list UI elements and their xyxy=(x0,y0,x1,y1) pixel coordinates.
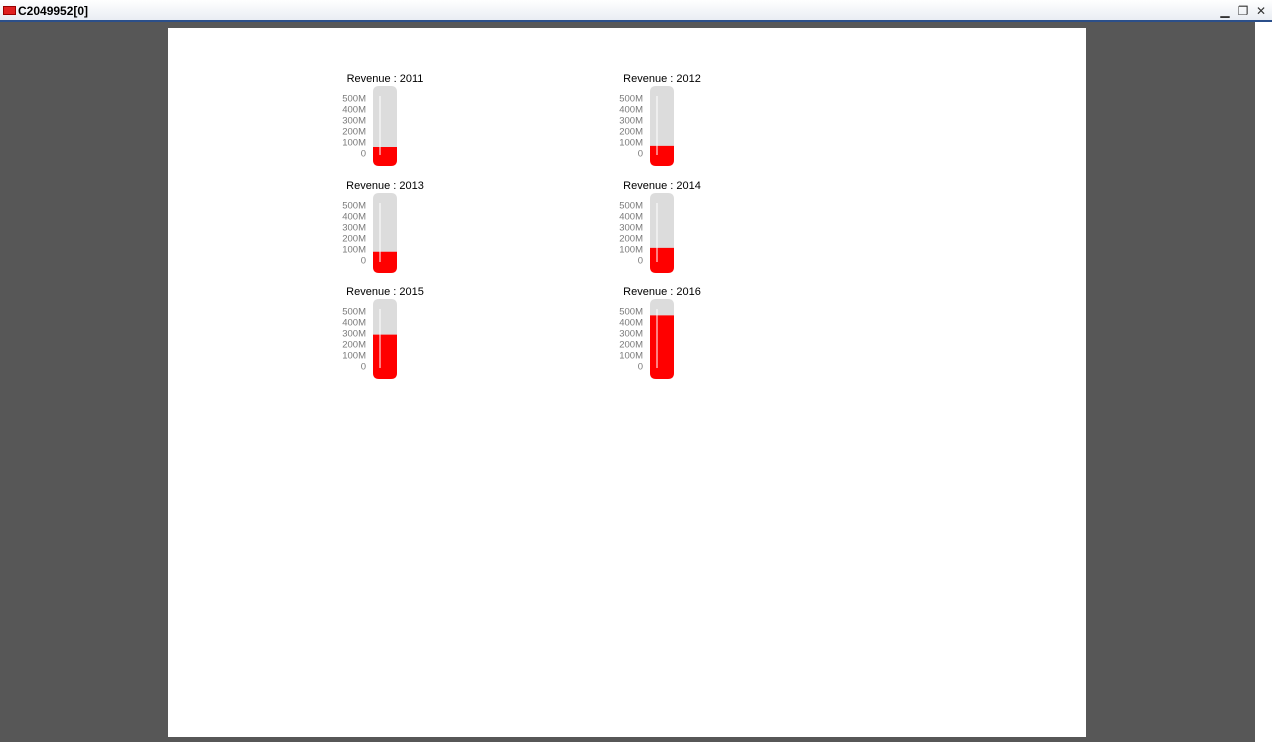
gauge-fill-bar xyxy=(650,315,674,379)
gauge: Revenue : 2011 500M400M300M200M100M0 xyxy=(342,73,423,166)
gauge-fill-bar xyxy=(650,145,674,166)
gauge-tick-label: 200M xyxy=(619,127,643,138)
gauge-tick-label: 200M xyxy=(619,340,643,351)
title-bar: C2049952[0] ▁ ❐ ✕ xyxy=(0,0,1272,22)
gauge-title: Revenue : 2015 xyxy=(346,286,424,298)
gauge-chart-grid: Revenue : 2011500M400M300M200M100M0Reven… xyxy=(342,73,701,379)
gauge-fill-bar xyxy=(650,247,674,273)
gauge-tick-label: 100M xyxy=(342,351,366,362)
close-button[interactable]: ✕ xyxy=(1253,3,1269,19)
restore-button[interactable]: ❐ xyxy=(1235,3,1251,19)
vertical-scrollbar[interactable] xyxy=(1255,22,1272,742)
gauge-tick-label: 200M xyxy=(342,340,366,351)
gauge-title: Revenue : 2011 xyxy=(347,73,424,85)
minimize-button[interactable]: ▁ xyxy=(1217,3,1233,19)
gauge-tick-label: 500M xyxy=(619,94,643,105)
gauge-tick-label: 300M xyxy=(342,116,366,127)
gauge-fill-bar xyxy=(373,334,397,379)
gauge-tick-label: 300M xyxy=(619,116,643,127)
gauge: Revenue : 2014 500M400M300M200M100M0 xyxy=(619,180,701,273)
gauge-tick-label: 500M xyxy=(619,201,643,212)
gauge-tick-label: 200M xyxy=(619,234,643,245)
gauge-tick-label: 500M xyxy=(342,201,366,212)
gauge-tick-label: 500M xyxy=(342,307,366,318)
gauge-title: Revenue : 2016 xyxy=(623,286,701,298)
gauge-tick-label: 200M xyxy=(342,234,366,245)
window-title: C2049952[0] xyxy=(18,4,89,18)
gauge-fill-bar xyxy=(373,146,397,166)
gauge: Revenue : 2016 500M400M300M200M100M0 xyxy=(619,286,701,379)
gauge-fill-bar xyxy=(373,251,397,273)
gauge-title: Revenue : 2012 xyxy=(623,73,701,85)
gauge-tick-label: 100M xyxy=(342,245,366,256)
gauge-title: Revenue : 2013 xyxy=(346,180,424,192)
gauge: Revenue : 2013 500M400M300M200M100M0 xyxy=(342,180,424,273)
gauge-tick-label: 400M xyxy=(619,212,643,223)
gauge-tick-label: 100M xyxy=(619,351,643,362)
gauge: Revenue : 2012 500M400M300M200M100M0 xyxy=(619,73,701,166)
gauge-tick-label: 400M xyxy=(342,212,366,223)
gauge-tick-label: 300M xyxy=(342,223,366,234)
gauge-tick-label: 0 xyxy=(361,256,366,267)
gauge-tick-label: 0 xyxy=(638,362,643,373)
gauge-tick-label: 400M xyxy=(342,318,366,329)
gauge-tick-label: 200M xyxy=(342,127,366,138)
gauge-tick-label: 300M xyxy=(619,223,643,234)
gauge-tick-label: 400M xyxy=(342,105,366,116)
gauge-tick-label: 0 xyxy=(638,256,643,267)
gauge-tick-label: 500M xyxy=(619,307,643,318)
report-page: Revenue : 2011 500M 400M 300M 200M 100M 0 Reven… xyxy=(168,28,1086,737)
gauge-tick-label: 300M xyxy=(619,329,643,340)
gauge-tick-label: 300M xyxy=(342,329,366,340)
gauge-tick-label: 100M xyxy=(619,245,643,256)
gauge: Revenue : 2015 500M400M300M200M100M0 xyxy=(342,286,424,379)
gauge-tick-label: 0 xyxy=(361,362,366,373)
gauge-tick-label: 500M xyxy=(342,94,366,105)
gauge-tick-label: 0 xyxy=(638,149,643,160)
gauge-tick-label: 400M xyxy=(619,318,643,329)
gauge-tick-label: 0 xyxy=(361,149,366,160)
gauge-tick-label: 400M xyxy=(619,105,643,116)
gauge-tick-label: 100M xyxy=(619,138,643,149)
app-icon xyxy=(3,6,16,15)
gauge-tick-label: 100M xyxy=(342,138,366,149)
gauge-title: Revenue : 2014 xyxy=(623,180,701,192)
